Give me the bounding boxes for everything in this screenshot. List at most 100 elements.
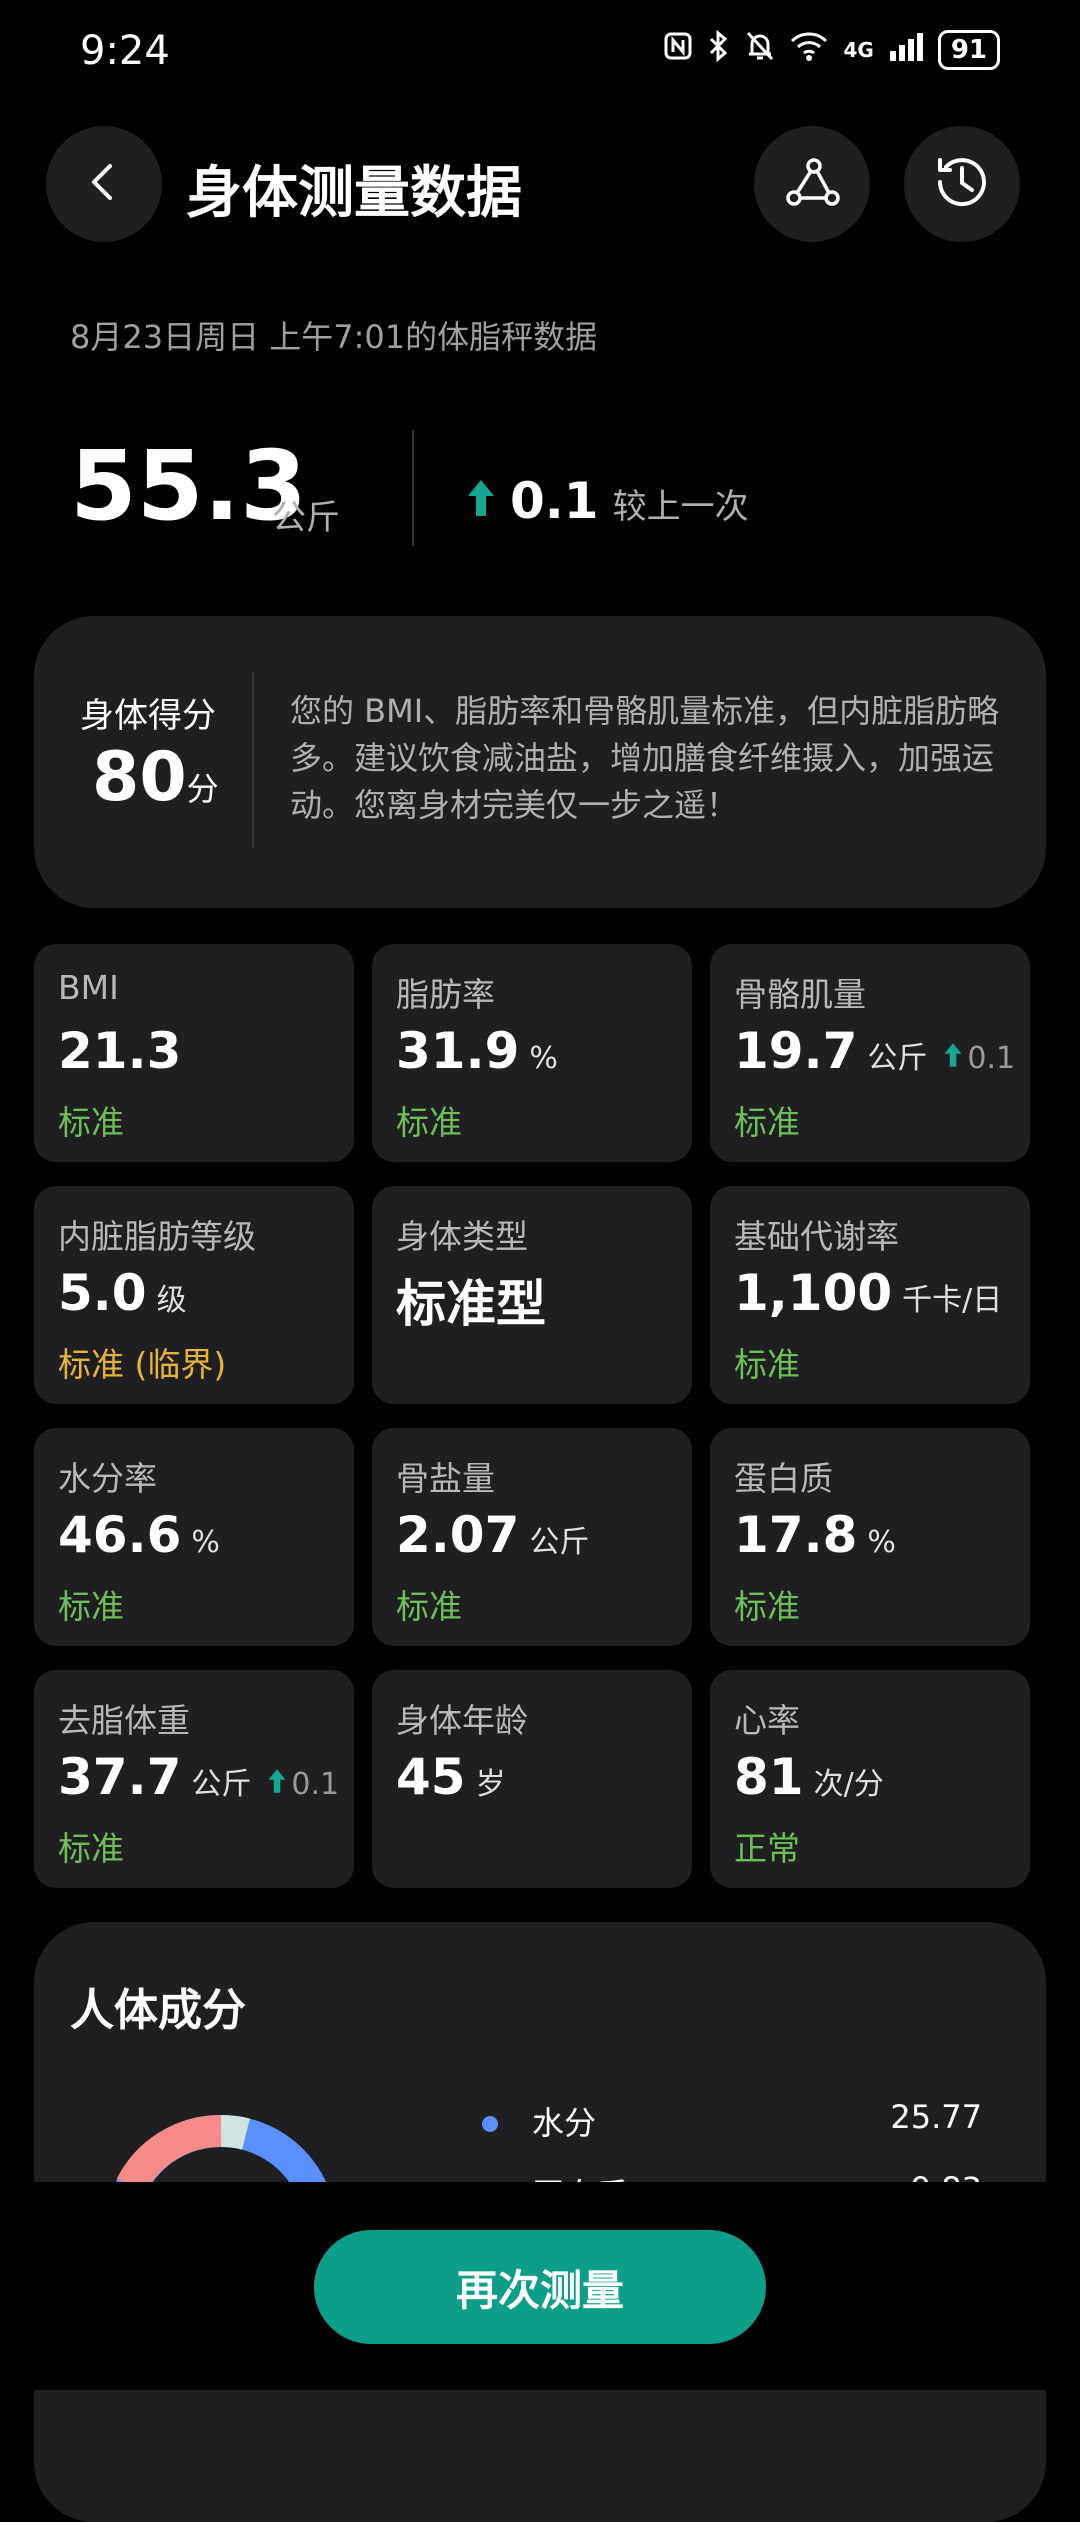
composition-title: 人体成分	[70, 1985, 246, 2036]
metric-unit: 公斤	[529, 1525, 590, 1560]
wifi-icon	[789, 31, 829, 69]
metric-label: 骨骼肌量	[734, 975, 866, 1014]
legend-value: 25.77	[890, 2098, 982, 2136]
trend-button[interactable]	[754, 126, 870, 242]
metric-value: 17.8	[734, 1506, 858, 1564]
metric-status: 标准	[58, 1587, 124, 1626]
metric-unit: %	[529, 1041, 558, 1076]
metric-status: 标准	[396, 1103, 462, 1142]
metric-unit: %	[191, 1525, 220, 1560]
trend-icon	[780, 150, 844, 218]
metric-unit: 公斤	[867, 1041, 928, 1076]
metric-card-lean-mass[interactable]: 去脂体重 37.7 公斤 0.1 标准	[34, 1670, 354, 1888]
metric-value: 21.3	[58, 1022, 182, 1080]
measurement-date: 8月23日周日 上午7:01的体脂秤数据	[70, 318, 598, 356]
nfc-icon	[663, 31, 693, 69]
metric-change: 0.1	[267, 1767, 339, 1802]
weight-change-value: 0.1	[510, 472, 599, 530]
metric-label: 内脏脂肪等级	[58, 1217, 256, 1256]
metric-label: 去脂体重	[58, 1701, 190, 1740]
metric-card-heart-rate[interactable]: 心率 81 次/分 正常	[710, 1670, 1030, 1888]
score-value: 80	[92, 738, 187, 817]
back-button[interactable]	[46, 126, 162, 242]
status-icons: 4G 91	[663, 29, 1000, 70]
metric-card-visceral-fat[interactable]: 内脏脂肪等级 5.0 级 标准 (临界)	[34, 1186, 354, 1404]
signal-icon	[888, 31, 924, 69]
history-button[interactable]	[904, 126, 1020, 242]
weight-change: 0.1 较上一次	[466, 472, 749, 530]
metric-status: 标准	[734, 1587, 800, 1626]
up-arrow-icon	[943, 1041, 963, 1076]
metric-label: 基础代谢率	[734, 1217, 899, 1256]
weight-divider	[412, 430, 414, 546]
metric-change: 0.1	[943, 1041, 1015, 1076]
weight-summary: 55.3 公斤 0.1 较上一次	[70, 430, 1020, 560]
chevron-left-icon	[82, 160, 126, 208]
legend-dot	[482, 2116, 498, 2132]
up-arrow-icon	[466, 478, 496, 522]
bottom-bar: 再次测量	[0, 2182, 1080, 2390]
weight-change-label: 较上一次	[612, 487, 749, 527]
body-score-card[interactable]: 身体得分 80分 您的 BMI、脂肪率和骨骼肌量标准，但内脏脂肪略多。建议饮食减…	[34, 616, 1046, 908]
metric-status: 标准 (临界)	[58, 1345, 227, 1384]
score-label: 身体得分	[80, 696, 216, 736]
metric-label: 身体年龄	[396, 1701, 528, 1740]
metric-card-body-fat[interactable]: 脂肪率 31.9% 标准	[372, 944, 692, 1162]
legend-name: 水分	[532, 2104, 597, 2142]
score-unit: 分	[186, 770, 219, 808]
metric-unit: 级	[156, 1283, 187, 1318]
history-clock-icon	[930, 150, 994, 218]
metric-value: 5.0	[58, 1264, 147, 1322]
metric-unit: 公斤	[191, 1767, 252, 1802]
metric-value: 45	[396, 1748, 466, 1806]
metric-status: 标准	[734, 1103, 800, 1142]
metric-unit: %	[867, 1525, 896, 1560]
metric-value: 31.9	[396, 1022, 520, 1080]
metric-card-bmr[interactable]: 基础代谢率 1,100 千卡/日 标准	[710, 1186, 1030, 1404]
metric-status: 正常	[734, 1829, 800, 1868]
metric-value: 标准型	[396, 1275, 546, 1333]
metric-card-skeletal-muscle[interactable]: 骨骼肌量 19.7 公斤 0.1 标准	[710, 944, 1030, 1162]
metric-unit: 岁	[475, 1767, 506, 1802]
metric-value: 81	[734, 1748, 804, 1806]
metric-label: 骨盐量	[396, 1459, 495, 1498]
remeasure-button[interactable]: 再次测量	[314, 2230, 766, 2344]
metric-unit: 次/分	[813, 1767, 884, 1802]
metric-status: 标准	[58, 1829, 124, 1868]
legend-item: 水分 25.77	[482, 2098, 982, 2148]
metric-card-bone-mass[interactable]: 骨盐量 2.07 公斤 标准	[372, 1428, 692, 1646]
metric-status: 标准	[734, 1345, 800, 1384]
metric-value: 46.6	[58, 1506, 182, 1564]
mute-bell-icon	[745, 30, 775, 70]
metric-card-body-type[interactable]: 身体类型 标准型	[372, 1186, 692, 1404]
metric-card-body-age[interactable]: 身体年龄 45 岁	[372, 1670, 692, 1888]
metric-label: BMI	[58, 968, 119, 1007]
metric-label: 脂肪率	[396, 975, 495, 1014]
metric-change-value: 0.1	[291, 1767, 340, 1802]
metric-card-bmi[interactable]: BMI 21.3 标准	[34, 944, 354, 1162]
metric-card-water[interactable]: 水分率 46.6% 标准	[34, 1428, 354, 1646]
status-bar: 9:24 4G 91	[0, 0, 1080, 110]
metric-label: 蛋白质	[734, 1459, 833, 1498]
bluetooth-icon	[707, 29, 731, 70]
metric-status: 标准	[58, 1103, 124, 1142]
page-title: 身体测量数据	[186, 161, 522, 226]
metric-value: 19.7	[734, 1022, 858, 1080]
metric-value: 2.07	[396, 1506, 520, 1564]
metric-change-value: 0.1	[967, 1041, 1016, 1076]
up-arrow-icon	[267, 1767, 287, 1802]
header: 身体测量数据	[0, 120, 1080, 250]
weight-unit: 公斤	[272, 498, 340, 538]
metric-value: 37.7	[58, 1748, 182, 1806]
status-time: 9:24	[80, 28, 170, 74]
score-description: 您的 BMI、脂肪率和骨骼肌量标准，但内脏脂肪略多。建议饮食减油盐，增加膳食纤维…	[290, 692, 1000, 824]
battery-indicator: 91	[937, 30, 1000, 70]
metric-card-protein[interactable]: 蛋白质 17.8% 标准	[710, 1428, 1030, 1646]
metric-value: 1,100	[734, 1264, 893, 1322]
metric-status: 标准	[396, 1587, 462, 1626]
score-divider	[252, 672, 254, 848]
metric-label: 水分率	[58, 1459, 157, 1498]
network-type: 4G	[843, 38, 874, 62]
metric-label: 身体类型	[396, 1217, 528, 1256]
score-value-group: 80分	[92, 738, 219, 817]
